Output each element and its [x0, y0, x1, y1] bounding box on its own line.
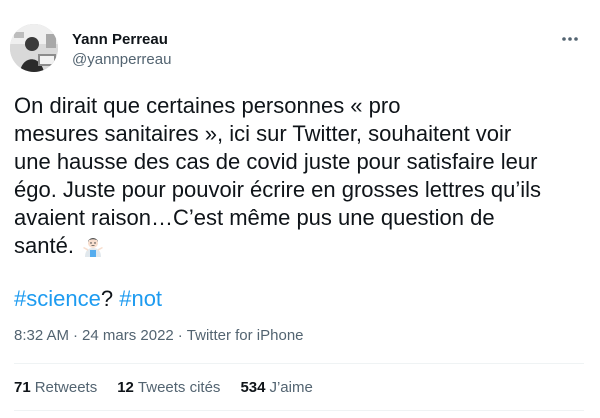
user-handle[interactable]: @yannperreau [72, 51, 171, 68]
retweets-stat[interactable]: 71 Retweets [14, 379, 97, 396]
more-options-button[interactable] [556, 28, 584, 50]
tweet-card: Yann Perreau @yannperreau On dirait que … [0, 0, 600, 418]
retweets-label: Retweets [34, 379, 98, 396]
quote-tweets-label: Tweets cités [137, 379, 221, 396]
more-dots-icon [562, 37, 578, 41]
man-shrugging-emoji-icon [82, 235, 104, 257]
likes-stat[interactable]: 534 J’aime [240, 379, 312, 396]
tweet-line: avaient raison…C’est même pus une questi… [14, 205, 495, 230]
avatar[interactable] [10, 24, 58, 72]
tweet-time[interactable]: 8:32 AM [14, 327, 69, 344]
quote-tweets-count: 12 [117, 379, 134, 396]
tweet-line: santé. [14, 233, 74, 258]
quote-tweets-stat[interactable]: 12 Tweets cités [117, 379, 220, 396]
meta-separator: · [177, 327, 183, 344]
engagement-stats: 71 Retweets 12 Tweets cités 534 J’aime [14, 379, 333, 396]
divider [14, 410, 584, 411]
tweet-line-last: santé. [14, 232, 594, 260]
tweet-line: une hausse des cas de covid juste pour s… [14, 149, 538, 174]
tweet-text: On dirait que certaines personnes « pro … [14, 92, 594, 260]
tweet-source[interactable]: Twitter for iPhone [187, 327, 304, 344]
hashtag-science-link[interactable]: #science [14, 286, 101, 311]
display-name[interactable]: Yann Perreau [72, 31, 168, 48]
divider [14, 363, 584, 364]
likes-label: J’aime [269, 379, 313, 396]
retweets-count: 71 [14, 379, 31, 396]
tweet-line: égo. Juste pour pouvoir écrire en grosse… [14, 177, 542, 202]
tweet-line: On dirait que certaines personnes « pro [14, 93, 401, 118]
hashtag-line: #science? #not [14, 285, 162, 313]
profile-photo-icon [10, 24, 58, 72]
likes-count: 534 [240, 379, 266, 396]
tweet-date[interactable]: 24 mars 2022 [82, 327, 174, 344]
hashtag-not-link[interactable]: #not [119, 286, 162, 311]
question-mark-text: ? [100, 286, 114, 311]
tweet-line: mesures sanitaires », ici sur Twitter, s… [14, 121, 512, 146]
meta-separator: · [73, 327, 79, 344]
tweet-metadata: 8:32 AM · 24 mars 2022 · Twitter for iPhone [14, 327, 304, 344]
